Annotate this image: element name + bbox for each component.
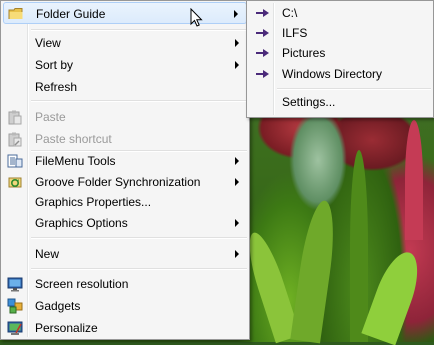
menu-separator [31,29,247,31]
menu-item-sort-by[interactable]: Sort by [3,54,247,76]
purple-arrow-icon [256,29,269,37]
menu-item-folder-guide[interactable]: Folder Guide [3,2,247,24]
menu-item-label: Screen resolution [35,277,129,291]
submenu-item-c-drive[interactable]: C:\ [249,2,431,24]
submenu-arrow-icon [235,39,239,47]
menu-item-label: Personalize [35,321,98,335]
submenu-item-windows-directory[interactable]: Windows Directory [249,63,431,85]
menu-item-label: FileMenu Tools [35,154,116,168]
menu-item-label: Paste shortcut [35,132,112,146]
submenu-arrow-icon [235,178,239,186]
submenu-arrow-icon [235,250,239,258]
menu-item-graphics-options[interactable]: Graphics Options [3,212,247,234]
purple-arrow-icon [256,9,269,17]
menu-item-label: Gadgets [35,299,81,313]
menu-separator [31,237,247,239]
menu-item-paste[interactable]: Paste [3,106,247,128]
screen-resolution-icon [7,277,23,292]
submenu-arrow-icon [234,10,238,18]
menu-item-screen-resolution[interactable]: Screen resolution [3,273,247,295]
menu-item-groove-folder-synchronization[interactable]: Groove Folder Synchronization [3,171,247,193]
menu-item-paste-shortcut[interactable]: Paste shortcut [3,128,247,150]
menu-item-graphics-properties[interactable]: Graphics Properties... [3,191,247,213]
submenu-arrow-icon [235,61,239,69]
mouse-cursor-icon [190,8,203,27]
submenu-item-label: Settings... [282,95,336,109]
purple-arrow-icon [256,70,269,78]
submenu-item-label: ILFS [282,26,308,40]
folder-icon [8,8,23,19]
folder-guide-submenu: C:\ ILFS Pictures Windows Directory Sett… [246,0,434,118]
menu-item-label: Sort by [35,58,74,72]
gadgets-icon [7,298,23,314]
menu-separator [31,100,247,102]
menu-item-filemenu-tools[interactable]: FileMenu Tools [3,150,247,172]
menu-item-label: View [35,36,61,50]
paste-icon [8,110,22,125]
menu-item-personalize[interactable]: Personalize [3,317,247,339]
submenu-item-label: Windows Directory [282,67,383,81]
submenu-arrow-icon [235,219,239,227]
menu-separator [31,268,247,270]
submenu-item-label: Pictures [282,46,326,60]
menu-item-label: Graphics Options [35,216,128,230]
purple-arrow-icon [256,49,269,57]
menu-item-label: New [35,247,60,261]
groove-sync-icon [8,177,22,188]
submenu-item-pictures[interactable]: Pictures [249,42,431,64]
menu-item-label: Graphics Properties... [35,195,152,209]
menu-separator [277,88,431,90]
submenu-item-settings[interactable]: Settings... [249,91,431,113]
menu-item-new[interactable]: New [3,243,247,265]
menu-item-label: Folder Guide [36,7,106,21]
desktop-context-menu: Folder Guide View Sort by Refresh Paste … [0,0,250,340]
submenu-item-ilfs[interactable]: ILFS [249,22,431,44]
personalize-icon [7,321,23,335]
menu-item-label: Paste [35,110,66,124]
menu-item-view[interactable]: View [3,32,247,54]
filemenu-tools-icon [7,154,23,168]
submenu-arrow-icon [235,157,239,165]
submenu-item-label: C:\ [282,6,298,20]
menu-item-refresh[interactable]: Refresh [3,76,247,98]
paste-shortcut-icon [8,132,22,147]
menu-item-label: Refresh [35,80,78,94]
menu-item-label: Groove Folder Synchronization [35,175,201,189]
menu-item-gadgets[interactable]: Gadgets [3,295,247,317]
